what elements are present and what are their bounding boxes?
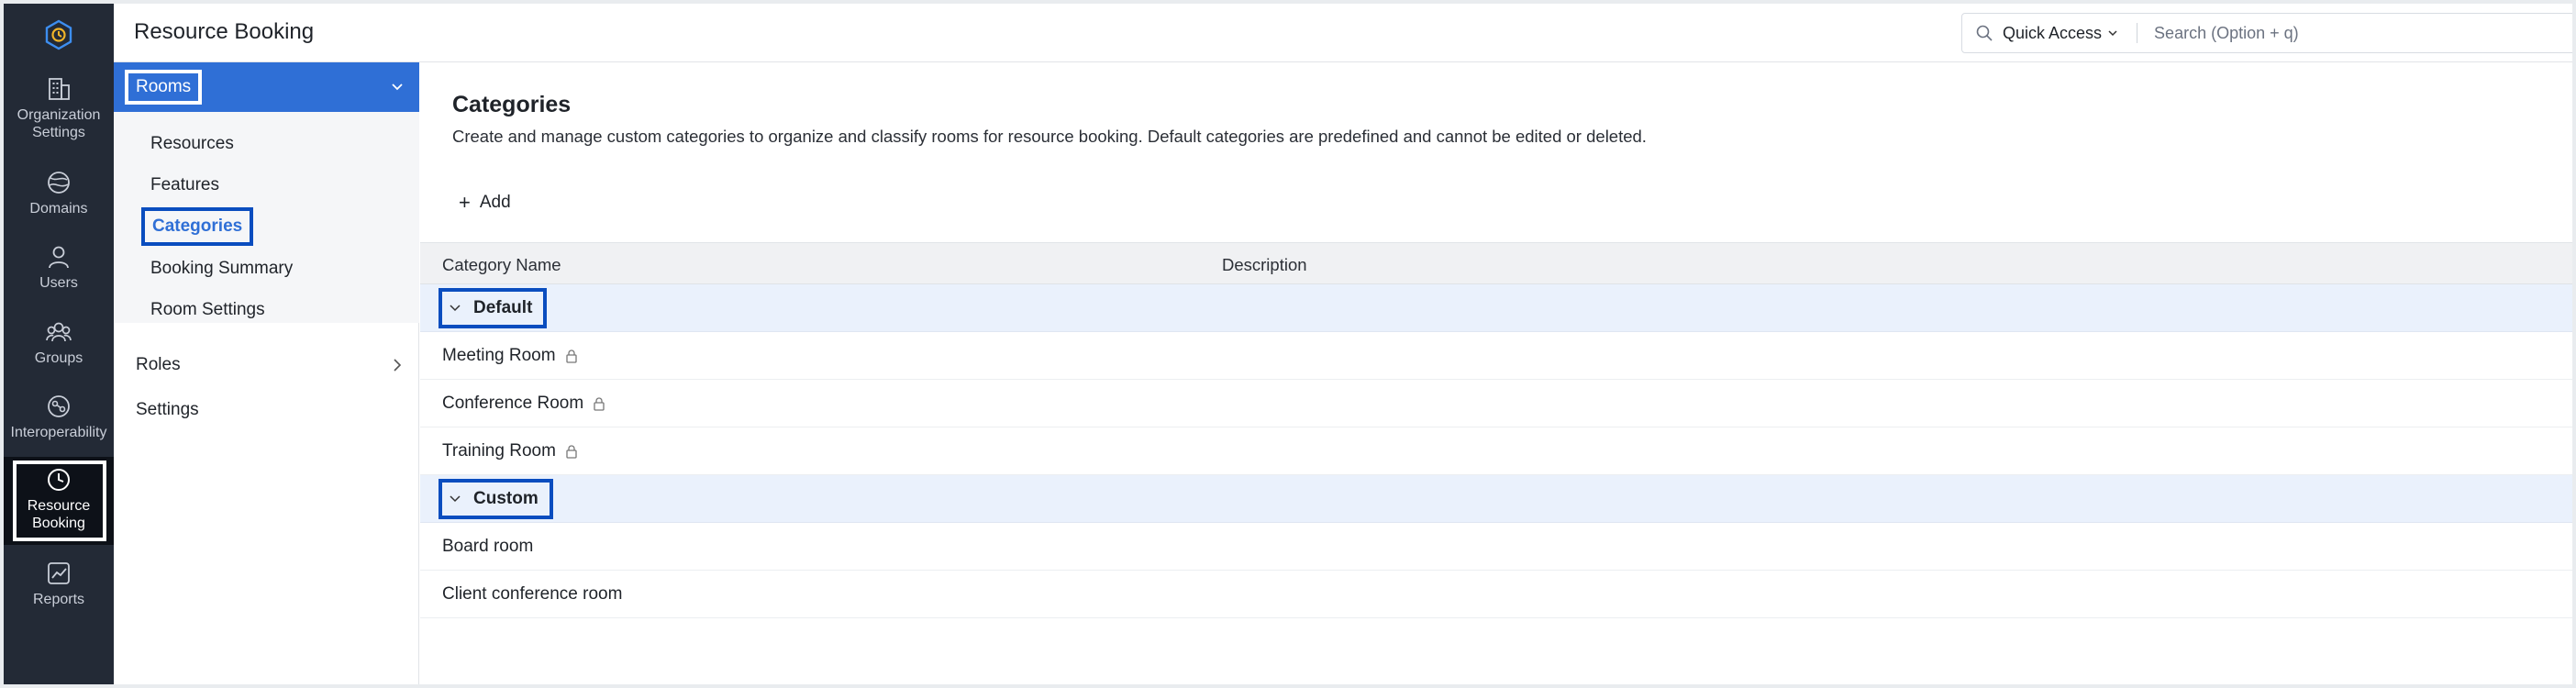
app-logo-icon[interactable] <box>42 18 75 51</box>
nav-section-settings[interactable]: Settings <box>136 400 199 420</box>
table-row[interactable]: Meeting Room <box>420 332 2572 380</box>
sub-navigation: Rooms Resources Features Categories Book… <box>114 62 419 684</box>
rail-item-label: Reports <box>32 592 85 607</box>
category-name: Client conference room <box>442 584 623 604</box>
chevron-right-icon <box>394 359 402 372</box>
chevron-down-icon <box>2108 30 2117 37</box>
category-name: Meeting Room <box>442 346 556 365</box>
rail-item-label: Interoperability <box>10 425 107 440</box>
subnav-item-categories[interactable]: Categories <box>141 207 254 246</box>
building-icon <box>49 78 70 100</box>
rail-item-resource-booking[interactable]: Resource Booking <box>4 457 114 545</box>
subnav-item-room-settings[interactable]: Room Settings <box>150 300 265 320</box>
group-row-custom: Custom <box>420 475 2572 523</box>
quick-access-label: Quick Access <box>2003 23 2103 42</box>
app-title: Resource Booking <box>134 19 315 44</box>
category-name: Training Room <box>442 441 556 461</box>
rail-item-label: Resource Booking <box>27 498 91 531</box>
top-header: Resource Booking Quick Access <box>114 4 2572 62</box>
rail-item-reports[interactable]: Reports <box>4 560 114 633</box>
rail-item-organization-settings[interactable]: Organization Settings <box>4 75 114 149</box>
rail-item-domains[interactable]: Domains <box>4 169 114 242</box>
subnav-item-resources[interactable]: Resources <box>150 134 234 154</box>
groups-icon <box>46 322 72 342</box>
table-header: Category Name Description <box>420 242 2572 284</box>
chart-icon <box>48 562 70 584</box>
category-name: Conference Room <box>442 394 584 413</box>
lock-icon <box>594 397 605 411</box>
main-content: Categories Create and manage custom cate… <box>420 62 2572 684</box>
page-description: Create and manage custom categories to o… <box>452 127 1647 146</box>
rail-item-users[interactable]: Users <box>4 243 114 316</box>
page-title: Categories <box>452 92 572 117</box>
table-row[interactable]: Client conference room <box>420 571 2572 618</box>
chevron-down-icon <box>392 83 403 91</box>
table-row[interactable]: Training Room <box>420 427 2572 475</box>
subnav-item-booking-summary[interactable]: Booking Summary <box>150 259 293 279</box>
subnav-item-features[interactable]: Features <box>150 175 219 195</box>
interoperability-icon <box>48 395 70 417</box>
plus-icon: + <box>459 191 471 214</box>
group-row-default: Default <box>420 284 2572 332</box>
globe-icon <box>48 172 70 194</box>
search-icon <box>1976 25 1993 41</box>
group-label: Default <box>473 298 533 317</box>
rooms-label: Rooms <box>125 70 203 105</box>
search-bar: Quick Access <box>1961 13 2572 53</box>
table-row[interactable]: Board room <box>420 523 2572 571</box>
column-header-description: Description <box>1222 255 1307 274</box>
left-rail: Organization Settings Domains Users Grou… <box>4 4 114 684</box>
add-category-button[interactable]: + Add <box>459 193 511 213</box>
categories-table: Category Name Description Default Meetin… <box>420 242 2572 618</box>
chevron-down-icon <box>450 305 461 312</box>
search-input[interactable] <box>2154 23 2540 43</box>
nav-section-roles[interactable]: Roles <box>136 355 181 375</box>
rail-item-label: Users <box>39 275 78 291</box>
rooms-submenu: Resources Features Categories Booking Su… <box>114 112 419 323</box>
table-row[interactable]: Conference Room <box>420 380 2572 427</box>
add-label: Add <box>479 193 511 212</box>
rail-item-label: Domains <box>29 201 88 216</box>
rail-item-label: Organization Settings <box>17 107 101 140</box>
app-window: Organization Settings Domains Users Grou… <box>4 4 2572 684</box>
user-icon <box>49 246 69 269</box>
quick-access-dropdown[interactable]: Quick Access <box>2003 24 2118 43</box>
lock-icon <box>565 350 577 363</box>
rail-item-groups[interactable]: Groups <box>4 318 114 392</box>
clock-icon <box>48 469 70 491</box>
nav-section-rooms[interactable]: Rooms <box>114 62 419 112</box>
rail-item-label: Groups <box>34 350 83 366</box>
rail-item-interoperability[interactable]: Interoperability <box>4 393 114 466</box>
column-header-category-name: Category Name <box>442 255 561 274</box>
group-toggle-default[interactable]: Default <box>439 288 548 328</box>
group-toggle-custom[interactable]: Custom <box>439 479 553 519</box>
chevron-down-icon <box>450 495 461 503</box>
lock-icon <box>566 445 577 459</box>
group-label: Custom <box>473 489 539 508</box>
category-name: Board room <box>442 537 534 556</box>
